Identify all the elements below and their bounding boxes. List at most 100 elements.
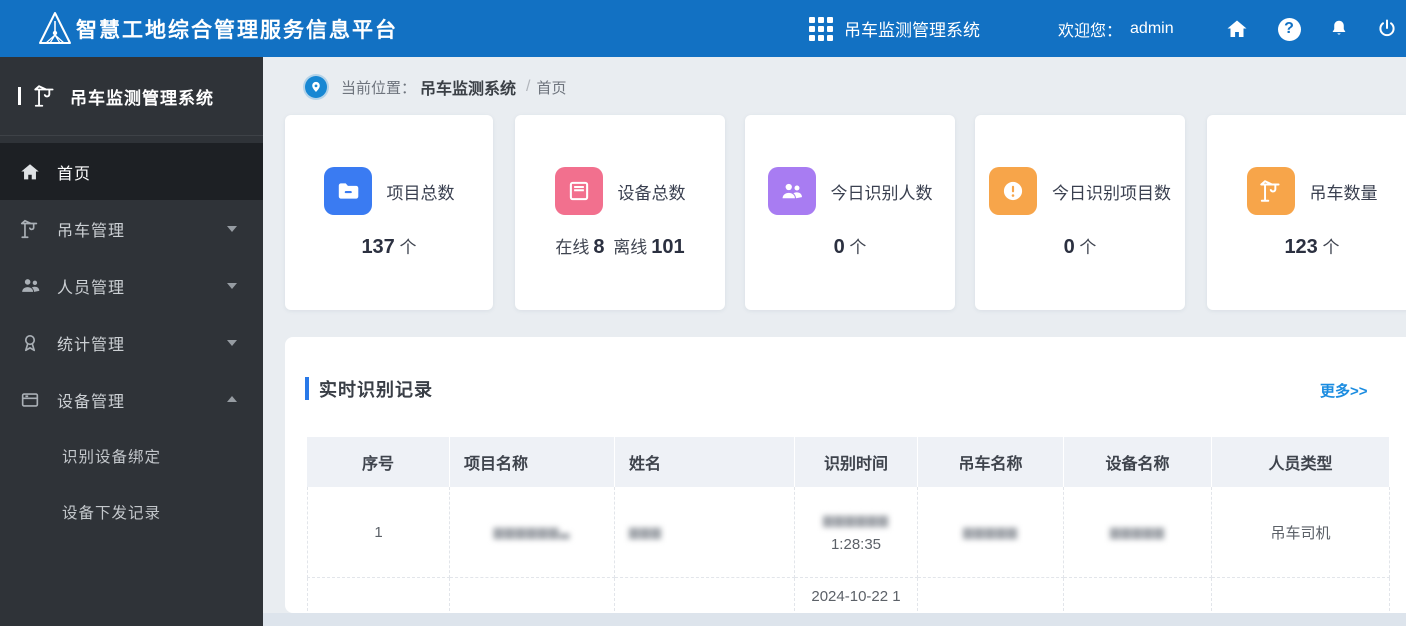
cell-index <box>307 578 450 613</box>
table-header-row: 序号 项目名称 姓名 识别时间 吊车名称 设备名称 人员类型 <box>307 437 1390 487</box>
app-header: 智慧工地综合管理服务信息平台 吊车监测管理系统 欢迎您： admin ? <box>0 0 1406 57</box>
masked-device-name: ▆▆▆▆▆ <box>1110 524 1165 539</box>
column-header-recognition-time: 识别时间 <box>795 437 918 487</box>
sidebar-item-label: 首页 <box>57 165 92 183</box>
chevron-down-icon <box>227 340 237 346</box>
chevron-down-icon <box>227 226 237 232</box>
sidebar-subitem-device-dispatch-records[interactable]: 设备下发记录 <box>0 484 263 540</box>
folder-icon <box>323 167 372 215</box>
more-link[interactable]: 更多>> <box>1320 380 1368 401</box>
sidebar-subitem-label: 设备下发记录 <box>62 505 162 522</box>
cell-project-name <box>450 578 615 613</box>
stat-card-total-devices: 设备总数 在线 8 离线 101 <box>515 115 725 310</box>
realtime-records-panel: 实时识别记录 更多>> 序号 项目名称 姓名 识别时间 吊车名称 设备名称 人员… <box>285 337 1406 613</box>
stat-card-value: 0 个 <box>1063 236 1097 258</box>
column-header-device-name: 设备名称 <box>1064 437 1212 487</box>
welcome-label: 欢迎您： <box>1058 22 1123 40</box>
records-table: 序号 项目名称 姓名 识别时间 吊车名称 设备名称 人员类型 1 ▆▆▆▆▆▆▃… <box>307 437 1390 613</box>
main-content: 当前位置： 吊车监测系统 / 首页 项目总数 137 个 设备总数 在线 8 离… <box>263 57 1406 626</box>
column-header-index: 序号 <box>307 437 450 487</box>
time-value: 1:28:35 <box>830 536 882 553</box>
masked-project-name: ▆▆▆▆▆▆▃ <box>493 524 571 539</box>
sidebar-title: 吊车监测管理系统 <box>70 88 214 108</box>
home-icon[interactable] <box>1224 16 1250 42</box>
sidebar-item-label: 人员管理 <box>57 279 126 297</box>
masked-crane-name: ▆▆▆▆▆ <box>963 524 1018 539</box>
cell-crane-name <box>918 578 1064 613</box>
sidebar-item-label: 设备管理 <box>57 393 126 411</box>
stat-card-value: 0 个 <box>833 236 867 258</box>
masked-person-name: ▆▆▆ <box>629 524 662 539</box>
username: admin <box>1130 19 1174 37</box>
stat-card-today-recognized-people: 今日识别人数 0 个 <box>745 115 955 310</box>
table-row: 2024-10-22 1 <box>307 578 1390 613</box>
sidebar-subitem-device-binding[interactable]: 识别设备绑定 <box>0 428 263 484</box>
vertical-bar-decoration <box>18 87 21 105</box>
table-row: 1 ▆▆▆▆▆▆▃ ▆▆▆ ▆▆▆▆▆▆ 1:28:35 ▆▆▆▆▆ ▆▆▆▆▆… <box>307 487 1390 578</box>
sidebar-item-label: 统计管理 <box>57 336 126 354</box>
stat-card-label: 今日识别人数 <box>830 183 933 203</box>
column-header-project-name: 项目名称 <box>450 437 615 487</box>
cell-recognition-time: ▆▆▆▆▆▆ 1:28:35 <box>795 487 918 578</box>
crane-icon <box>18 217 42 241</box>
cell-person-type: 吊车司机 <box>1212 487 1390 578</box>
people-icon <box>18 274 42 298</box>
stat-card-label: 吊车数量 <box>1309 183 1378 203</box>
breadcrumb-prefix: 当前位置： <box>341 79 417 97</box>
cell-crane-name: ▆▆▆▆▆ <box>918 487 1064 578</box>
masked-date: ▆▆▆▆▆▆ <box>823 512 889 527</box>
stat-card-today-recognized-projects: 今日识别项目数 0 个 <box>975 115 1185 310</box>
breadcrumb-section: 吊车监测系统 <box>420 81 517 98</box>
crane-icon <box>1246 167 1295 215</box>
crane-icon <box>32 83 58 109</box>
apps-grid-icon[interactable] <box>808 16 834 42</box>
stat-card-total-projects: 项目总数 137 个 <box>285 115 493 310</box>
section-accent-bar <box>305 377 309 400</box>
stat-card-label: 项目总数 <box>386 183 455 203</box>
stat-card-value: 在线 8 离线 101 <box>555 236 685 258</box>
alert-circle-icon <box>989 167 1037 215</box>
sidebar-nav: 首页 吊车管理 人员管理 统计管理 设备管理 识别设备绑定 设备下发记录 <box>0 136 263 540</box>
bell-icon[interactable] <box>1326 16 1352 42</box>
device-icon <box>18 388 42 412</box>
sidebar-item-statistics-management[interactable]: 统计管理 <box>0 314 263 371</box>
chevron-up-icon <box>227 396 237 402</box>
stat-card-label: 设备总数 <box>617 183 686 203</box>
cell-person-name <box>615 578 795 613</box>
page-title: 智慧工地综合管理服务信息平台 <box>76 19 398 42</box>
device-icon <box>554 167 603 215</box>
welcome-text: 欢迎您： admin <box>1058 0 1174 57</box>
column-header-person-type: 人员类型 <box>1212 437 1390 487</box>
sidebar-item-personnel-management[interactable]: 人员管理 <box>0 257 263 314</box>
home-icon <box>18 160 42 184</box>
breadcrumb: 当前位置： 吊车监测系统 / 首页 <box>305 72 567 102</box>
horizontal-scrollbar-track[interactable] <box>263 613 1406 626</box>
breadcrumb-current: 首页 <box>536 79 567 97</box>
platform-logo-icon <box>38 11 72 47</box>
breadcrumb-separator: / <box>526 78 531 95</box>
chevron-down-icon <box>227 283 237 289</box>
cell-device-name: ▆▆▆▆▆ <box>1064 487 1212 578</box>
cell-index: 1 <box>307 487 450 578</box>
badge-icon <box>18 331 42 355</box>
sidebar-subitem-label: 识别设备绑定 <box>62 449 162 466</box>
section-title: 实时识别记录 <box>319 380 433 400</box>
stat-card-value: 123 个 <box>1284 236 1340 258</box>
help-icon[interactable]: ? <box>1276 16 1302 42</box>
stat-card-value: 137 个 <box>361 236 417 258</box>
stat-card-crane-count: 吊车数量 123 个 <box>1207 115 1406 310</box>
cell-project-name: ▆▆▆▆▆▆▃ <box>450 487 615 578</box>
column-header-crane-name: 吊车名称 <box>918 437 1064 487</box>
sidebar: 吊车监测管理系统 首页 吊车管理 人员管理 统计管理 设备管理 识别设备绑定 设… <box>0 57 263 626</box>
question-mark: ? <box>1277 17 1301 41</box>
column-header-person-name: 姓名 <box>615 437 795 487</box>
sidebar-item-device-management[interactable]: 设备管理 <box>0 371 263 428</box>
cell-person-type <box>1212 578 1390 613</box>
sidebar-item-crane-management[interactable]: 吊车管理 <box>0 200 263 257</box>
people-icon <box>767 167 816 215</box>
power-icon[interactable] <box>1374 16 1400 42</box>
sidebar-header: 吊车监测管理系统 <box>0 57 263 136</box>
location-pin-icon <box>305 76 327 98</box>
sidebar-item-home[interactable]: 首页 <box>0 143 263 200</box>
cell-recognition-time: 2024-10-22 1 <box>795 578 918 613</box>
